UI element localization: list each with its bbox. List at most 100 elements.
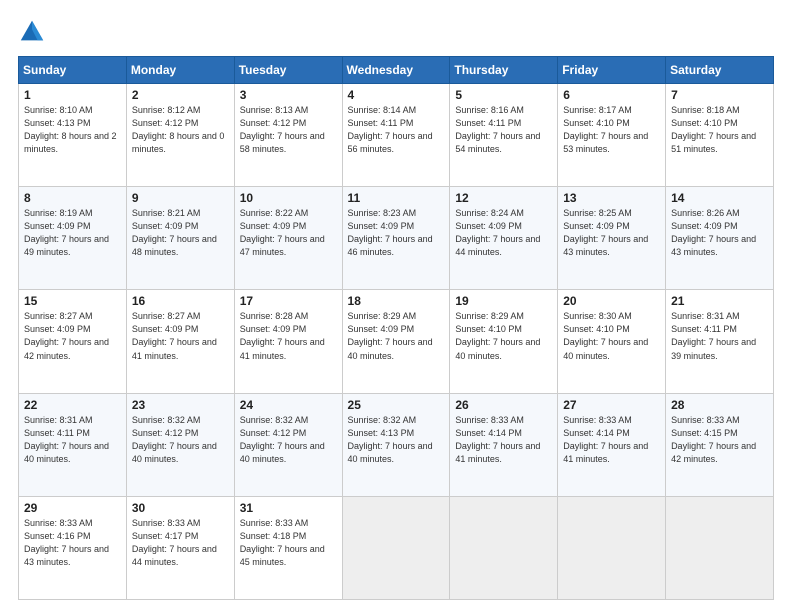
day-number: 11: [348, 191, 445, 205]
day-info: Sunrise: 8:33 AMSunset: 4:14 PMDaylight:…: [563, 414, 660, 466]
day-cell-12: 12 Sunrise: 8:24 AMSunset: 4:09 PMDayligh…: [450, 187, 558, 290]
day-info: Sunrise: 8:21 AMSunset: 4:09 PMDaylight:…: [132, 207, 229, 259]
day-number: 27: [563, 398, 660, 412]
day-cell-21: 21Sunrise: 8:31 AMSunset: 4:11 PMDayligh…: [666, 290, 774, 393]
weekday-header-wednesday: Wednesday: [342, 57, 450, 84]
day-cell-4: 4 Sunrise: 8:14 AMSunset: 4:11 PMDaylight…: [342, 84, 450, 187]
day-info: Sunrise: 8:22 AMSunset: 4:09 PMDaylight:…: [240, 207, 337, 259]
day-info: Sunrise: 8:10 AMSunset: 4:13 PMDaylight:…: [24, 104, 121, 156]
day-info: Sunrise: 8:18 AMSunset: 4:10 PMDaylight:…: [671, 104, 768, 156]
weekday-header-saturday: Saturday: [666, 57, 774, 84]
day-number: 12: [455, 191, 552, 205]
day-info: Sunrise: 8:12 AMSunset: 4:12 PMDaylight:…: [132, 104, 229, 156]
day-info: Sunrise: 8:30 AMSunset: 4:10 PMDaylight:…: [563, 310, 660, 362]
day-info: Sunrise: 8:33 AMSunset: 4:17 PMDaylight:…: [132, 517, 229, 569]
day-number: 8: [24, 191, 121, 205]
day-cell-26: 26 Sunrise: 8:33 AMSunset: 4:14 PMDayligh…: [450, 393, 558, 496]
day-number: 31: [240, 501, 337, 515]
day-cell-24: 24Sunrise: 8:32 AMSunset: 4:12 PMDayligh…: [234, 393, 342, 496]
day-number: 19: [455, 294, 552, 308]
weekday-header-friday: Friday: [558, 57, 666, 84]
day-info: Sunrise: 8:27 AMSunset: 4:09 PMDaylight:…: [132, 310, 229, 362]
empty-cell: [666, 496, 774, 599]
day-number: 18: [348, 294, 445, 308]
day-number: 15: [24, 294, 121, 308]
day-info: Sunrise: 8:19 AMSunset: 4:09 PMDaylight:…: [24, 207, 121, 259]
day-cell-7: 7 Sunrise: 8:18 AMSunset: 4:10 PMDaylight…: [666, 84, 774, 187]
day-number: 4: [348, 88, 445, 102]
weekday-header-monday: Monday: [126, 57, 234, 84]
day-number: 7: [671, 88, 768, 102]
day-cell-29: 29 Sunrise: 8:33 AMSunset: 4:16 PMDayligh…: [19, 496, 127, 599]
calendar-table: SundayMondayTuesdayWednesdayThursdayFrid…: [18, 56, 774, 600]
day-info: Sunrise: 8:29 AMSunset: 4:09 PMDaylight:…: [348, 310, 445, 362]
day-info: Sunrise: 8:26 AMSunset: 4:09 PMDaylight:…: [671, 207, 768, 259]
day-cell-8: 8 Sunrise: 8:19 AMSunset: 4:09 PMDaylight…: [19, 187, 127, 290]
page: SundayMondayTuesdayWednesdayThursdayFrid…: [0, 0, 792, 612]
weekday-header-thursday: Thursday: [450, 57, 558, 84]
day-info: Sunrise: 8:23 AMSunset: 4:09 PMDaylight:…: [348, 207, 445, 259]
week-row-4: 22 Sunrise: 8:31 AMSunset: 4:11 PMDayligh…: [19, 393, 774, 496]
day-number: 30: [132, 501, 229, 515]
day-info: Sunrise: 8:31 AMSunset: 4:11 PMDaylight:…: [24, 414, 121, 466]
day-number: 23: [132, 398, 229, 412]
day-cell-11: 11 Sunrise: 8:23 AMSunset: 4:09 PMDayligh…: [342, 187, 450, 290]
week-row-2: 8 Sunrise: 8:19 AMSunset: 4:09 PMDaylight…: [19, 187, 774, 290]
day-number: 6: [563, 88, 660, 102]
weekday-header-row: SundayMondayTuesdayWednesdayThursdayFrid…: [19, 57, 774, 84]
day-number: 22: [24, 398, 121, 412]
day-cell-2: 2 Sunrise: 8:12 AMSunset: 4:12 PMDaylight…: [126, 84, 234, 187]
day-info: Sunrise: 8:28 AMSunset: 4:09 PMDaylight:…: [240, 310, 337, 362]
day-cell-19: 19 Sunrise: 8:29 AMSunset: 4:10 PMDayligh…: [450, 290, 558, 393]
empty-cell: [450, 496, 558, 599]
weekday-header-tuesday: Tuesday: [234, 57, 342, 84]
day-info: Sunrise: 8:17 AMSunset: 4:10 PMDaylight:…: [563, 104, 660, 156]
day-cell-5: 5 Sunrise: 8:16 AMSunset: 4:11 PMDaylight…: [450, 84, 558, 187]
day-cell-15: 15 Sunrise: 8:27 AMSunset: 4:09 PMDayligh…: [19, 290, 127, 393]
day-number: 3: [240, 88, 337, 102]
day-info: Sunrise: 8:33 AMSunset: 4:16 PMDaylight:…: [24, 517, 121, 569]
day-number: 14: [671, 191, 768, 205]
day-cell-22: 22 Sunrise: 8:31 AMSunset: 4:11 PMDayligh…: [19, 393, 127, 496]
day-cell-9: 9 Sunrise: 8:21 AMSunset: 4:09 PMDaylight…: [126, 187, 234, 290]
day-cell-23: 23Sunrise: 8:32 AMSunset: 4:12 PMDayligh…: [126, 393, 234, 496]
day-info: Sunrise: 8:25 AMSunset: 4:09 PMDaylight:…: [563, 207, 660, 259]
day-number: 13: [563, 191, 660, 205]
day-cell-1: 1 Sunrise: 8:10 AMSunset: 4:13 PMDaylight…: [19, 84, 127, 187]
empty-cell: [342, 496, 450, 599]
day-number: 24: [240, 398, 337, 412]
day-number: 16: [132, 294, 229, 308]
day-info: Sunrise: 8:33 AMSunset: 4:14 PMDaylight:…: [455, 414, 552, 466]
day-number: 1: [24, 88, 121, 102]
day-cell-3: 3 Sunrise: 8:13 AMSunset: 4:12 PMDaylight…: [234, 84, 342, 187]
day-cell-14: 14 Sunrise: 8:26 AMSunset: 4:09 PMDayligh…: [666, 187, 774, 290]
day-cell-27: 27 Sunrise: 8:33 AMSunset: 4:14 PMDayligh…: [558, 393, 666, 496]
day-info: Sunrise: 8:16 AMSunset: 4:11 PMDaylight:…: [455, 104, 552, 156]
week-row-1: 1 Sunrise: 8:10 AMSunset: 4:13 PMDaylight…: [19, 84, 774, 187]
day-number: 5: [455, 88, 552, 102]
day-info: Sunrise: 8:32 AMSunset: 4:13 PMDaylight:…: [348, 414, 445, 466]
week-row-5: 29 Sunrise: 8:33 AMSunset: 4:16 PMDayligh…: [19, 496, 774, 599]
day-cell-30: 30 Sunrise: 8:33 AMSunset: 4:17 PMDayligh…: [126, 496, 234, 599]
day-number: 20: [563, 294, 660, 308]
day-info: Sunrise: 8:24 AMSunset: 4:09 PMDaylight:…: [455, 207, 552, 259]
logo-icon: [18, 18, 46, 46]
weekday-header-sunday: Sunday: [19, 57, 127, 84]
day-cell-28: 28 Sunrise: 8:33 AMSunset: 4:15 PMDayligh…: [666, 393, 774, 496]
day-info: Sunrise: 8:29 AMSunset: 4:10 PMDaylight:…: [455, 310, 552, 362]
day-cell-17: 17Sunrise: 8:28 AMSunset: 4:09 PMDayligh…: [234, 290, 342, 393]
day-info: Sunrise: 8:27 AMSunset: 4:09 PMDaylight:…: [24, 310, 121, 362]
day-number: 26: [455, 398, 552, 412]
day-number: 9: [132, 191, 229, 205]
day-cell-18: 18 Sunrise: 8:29 AMSunset: 4:09 PMDayligh…: [342, 290, 450, 393]
day-info: Sunrise: 8:14 AMSunset: 4:11 PMDaylight:…: [348, 104, 445, 156]
day-number: 29: [24, 501, 121, 515]
day-cell-20: 20 Sunrise: 8:30 AMSunset: 4:10 PMDayligh…: [558, 290, 666, 393]
day-cell-25: 25Sunrise: 8:32 AMSunset: 4:13 PMDayligh…: [342, 393, 450, 496]
day-info: Sunrise: 8:13 AMSunset: 4:12 PMDaylight:…: [240, 104, 337, 156]
day-number: 2: [132, 88, 229, 102]
day-number: 28: [671, 398, 768, 412]
logo: [18, 18, 50, 46]
day-cell-13: 13 Sunrise: 8:25 AMSunset: 4:09 PMDayligh…: [558, 187, 666, 290]
day-info: Sunrise: 8:33 AMSunset: 4:15 PMDaylight:…: [671, 414, 768, 466]
